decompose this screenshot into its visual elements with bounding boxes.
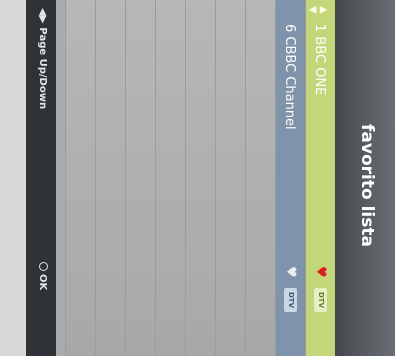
empty-row xyxy=(65,0,95,356)
empty-row xyxy=(95,0,125,356)
left-right-arrows-icon: ◀▶ xyxy=(37,8,48,24)
empty-row xyxy=(155,0,185,356)
empty-row xyxy=(215,0,245,356)
channel-list[interactable]: ▲ ▼ 1 BBC ONE ♥ DTV 6 CBBC Channel ♥ DTV xyxy=(56,0,335,356)
ok-circle-icon xyxy=(39,262,48,271)
heart-icon[interactable]: ♥ xyxy=(283,266,298,278)
channel-row-1[interactable]: ▲ ▼ 1 BBC ONE ♥ DTV xyxy=(305,0,335,356)
dtv-badge: DTV xyxy=(284,288,297,312)
heart-icon[interactable]: ♥ xyxy=(313,266,328,278)
header: favorito lista xyxy=(335,0,395,356)
footer-strip xyxy=(0,0,26,356)
page-title: favorito lista xyxy=(357,124,377,247)
empty-row xyxy=(125,0,155,356)
page-nav-label: Page Up/Down xyxy=(37,27,48,110)
page-nav-hint[interactable]: ◀▶ Page Up/Down xyxy=(37,8,48,109)
ok-label: OK xyxy=(37,274,48,291)
channel-label: 1 BBC ONE xyxy=(312,24,327,96)
updown-arrows-icon: ▲ ▼ xyxy=(307,6,329,14)
favorites-screen: favorito lista ▲ ▼ 1 BBC ONE ♥ DTV 6 CBBC… xyxy=(0,0,395,356)
dtv-badge: DTV xyxy=(314,288,327,312)
channel-row-2[interactable]: 6 CBBC Channel ♥ DTV xyxy=(275,0,305,356)
screen: favorito lista ▲ ▼ 1 BBC ONE ♥ DTV 6 CBBC… xyxy=(0,0,395,356)
empty-row xyxy=(245,0,275,356)
channel-label: 6 CBBC Channel xyxy=(282,24,297,130)
ok-hint[interactable]: OK xyxy=(37,262,48,290)
footer: ◀▶ Page Up/Down OK xyxy=(0,0,56,356)
empty-row xyxy=(185,0,215,356)
